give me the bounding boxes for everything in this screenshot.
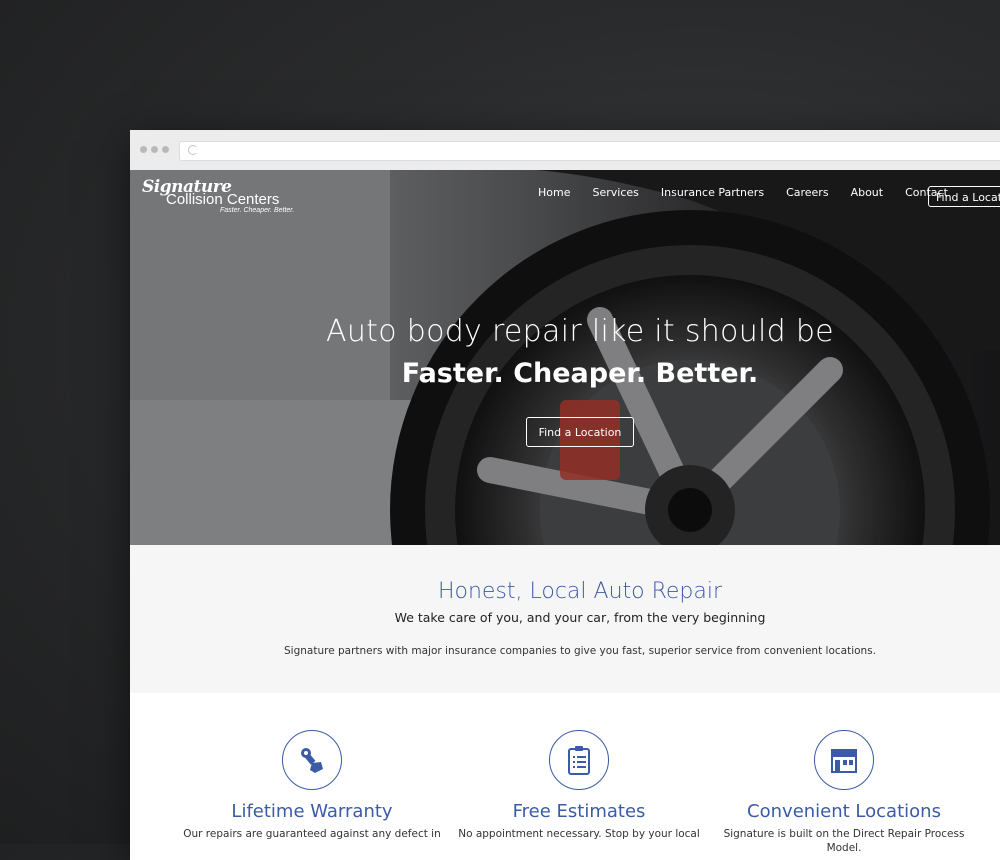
clipboard-icon bbox=[568, 746, 590, 775]
feature-convenient-locations: Convenient Locations Signature is built … bbox=[709, 730, 979, 855]
nav-services[interactable]: Services bbox=[592, 186, 638, 199]
features-section: Lifetime Warranty Our repairs are guaran… bbox=[130, 693, 1000, 860]
reload-icon[interactable] bbox=[188, 145, 198, 155]
feature-icon-circle bbox=[282, 730, 342, 790]
window-dot-maximize[interactable] bbox=[162, 146, 169, 153]
find-location-nav-button[interactable]: Find a Location bbox=[928, 186, 1000, 207]
nav-home[interactable]: Home bbox=[538, 186, 570, 199]
feature-lifetime-warranty: Lifetime Warranty Our repairs are guaran… bbox=[177, 730, 447, 841]
hero-title: Auto body repair like it should be bbox=[326, 314, 834, 349]
intro-subtitle: We take care of you, and your car, from … bbox=[394, 610, 766, 625]
nav-insurance-partners[interactable]: Insurance Partners bbox=[661, 186, 764, 199]
browser-window: Signature Collision Centers Faster. Chea… bbox=[130, 130, 1000, 860]
feature-icon-circle bbox=[549, 730, 609, 790]
site-logo[interactable]: Signature Collision Centers Faster. Chea… bbox=[142, 178, 294, 214]
nav-about[interactable]: About bbox=[851, 186, 884, 199]
feature-title: Lifetime Warranty bbox=[231, 801, 393, 822]
intro-section: Honest, Local Auto Repair We take care o… bbox=[130, 545, 1000, 693]
feature-icon-circle bbox=[814, 730, 874, 790]
feature-free-estimates: Free Estimates No appointment necessary.… bbox=[444, 730, 714, 841]
hero-section: Signature Collision Centers Faster. Chea… bbox=[130, 170, 1000, 545]
find-location-hero-button[interactable]: Find a Location bbox=[526, 417, 634, 447]
main-nav: Home Services Insurance Partners Careers… bbox=[538, 186, 970, 199]
feature-title: Free Estimates bbox=[512, 801, 646, 822]
wrench-hand-icon bbox=[301, 748, 323, 773]
window-dot-close[interactable] bbox=[140, 146, 147, 153]
logo-name: Collision Centers bbox=[166, 191, 280, 208]
intro-title: Honest, Local Auto Repair bbox=[437, 579, 723, 604]
nav-careers[interactable]: Careers bbox=[786, 186, 829, 199]
window-controls[interactable] bbox=[140, 146, 169, 153]
feature-body: Signature is built on the Direct Repair … bbox=[723, 828, 965, 854]
feature-title: Convenient Locations bbox=[747, 801, 941, 822]
address-bar[interactable] bbox=[179, 141, 1000, 161]
feature-body: No appointment necessary. Stop by your l… bbox=[458, 828, 700, 840]
window-dot-minimize[interactable] bbox=[151, 146, 158, 153]
storefront-icon bbox=[831, 749, 857, 773]
intro-body: Signature partners with major insurance … bbox=[284, 645, 876, 657]
feature-body: Our repairs are guaranteed against any d… bbox=[183, 828, 441, 840]
logo-tagline: Faster. Cheaper. Better. bbox=[220, 207, 295, 214]
browser-chrome bbox=[130, 130, 1000, 171]
hero-subtitle: Faster. Cheaper. Better. bbox=[401, 358, 759, 389]
